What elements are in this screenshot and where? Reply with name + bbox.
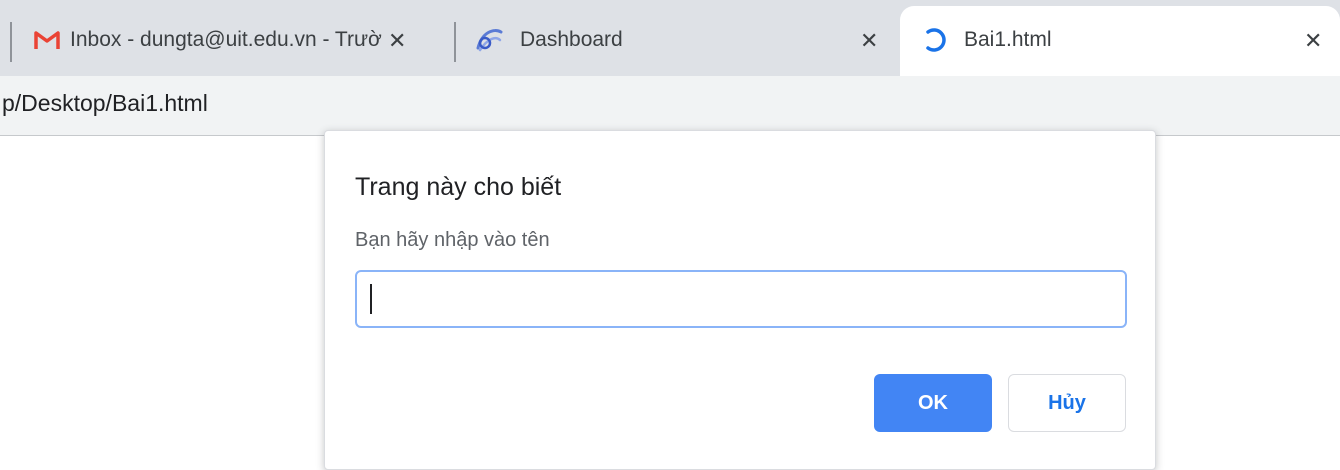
address-bar[interactable]: p/Desktop/Bai1.html (2, 90, 208, 117)
tab-separator (10, 22, 12, 62)
tab-gmail[interactable]: Inbox - dungta@uit.edu.vn - Trườ ✕ (14, 6, 450, 76)
tab-strip: Inbox - dungta@uit.edu.vn - Trườ ✕ Dashb… (0, 0, 1340, 76)
dialog-message: Bạn hãy nhập vào tên (355, 229, 550, 251)
close-icon[interactable]: ✕ (860, 30, 878, 52)
toolbar: p/Desktop/Bai1.html (0, 76, 1340, 136)
ok-button[interactable]: OK (874, 374, 992, 432)
close-icon[interactable]: ✕ (1304, 30, 1322, 52)
text-caret (370, 284, 372, 314)
loading-spinner-icon (922, 26, 950, 54)
tab-separator (454, 22, 456, 62)
tab-dashboard-title: Dashboard (520, 28, 623, 51)
dashboard-logo-icon (474, 26, 504, 54)
cancel-button[interactable]: Hủy (1008, 374, 1126, 432)
tab-bai1-title: Bai1.html (964, 28, 1052, 51)
dialog-title: Trang này cho biết (355, 173, 562, 201)
tab-bai1[interactable]: Bai1.html ✕ (900, 6, 1340, 76)
close-icon[interactable]: ✕ (388, 30, 406, 52)
name-input[interactable] (355, 270, 1127, 328)
gmail-icon (34, 29, 60, 51)
prompt-dialog: Trang này cho biết Bạn hãy nhập vào tên … (324, 130, 1156, 470)
tab-gmail-title: Inbox - dungta@uit.edu.vn - Trườ (70, 28, 382, 51)
tab-dashboard[interactable]: Dashboard ✕ (460, 6, 900, 76)
